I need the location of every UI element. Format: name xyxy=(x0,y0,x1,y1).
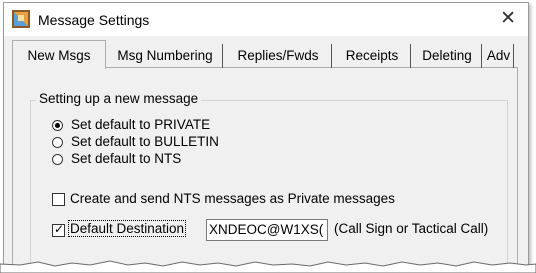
default-destination-label: Default Destination xyxy=(67,220,187,237)
tab-new-msgs[interactable]: New Msgs xyxy=(12,40,106,69)
groupbox-label: Setting up a new message xyxy=(36,91,202,106)
default-destination-input[interactable]: XNDEOC@W1XS( xyxy=(206,219,328,241)
radio-button[interactable] xyxy=(52,137,63,148)
radio-button[interactable] xyxy=(52,120,63,131)
radio-nts-label: Set default to NTS xyxy=(71,151,182,166)
radio-button[interactable] xyxy=(52,154,63,165)
tab-receipts[interactable]: Receipts xyxy=(334,44,411,68)
torn-edge xyxy=(0,260,536,273)
radio-private-label: Set default to PRIVATE xyxy=(71,117,211,132)
tab-replies-fwds[interactable]: Replies/Fwds xyxy=(225,44,332,68)
tab-adv[interactable]: Adv xyxy=(484,44,514,68)
nts-private-checkbox[interactable] xyxy=(52,193,65,206)
close-icon[interactable]: ✕ xyxy=(500,8,516,28)
destination-hint: (Call Sign or Tactical Call) xyxy=(334,221,489,236)
mail-settings-icon xyxy=(12,10,30,28)
tab-msg-numbering[interactable]: Msg Numbering xyxy=(108,44,223,68)
tab-deleting[interactable]: Deleting xyxy=(413,44,482,68)
default-destination-checkbox[interactable]: ✓ xyxy=(52,222,65,237)
title-bar: Message Settings ✕ xyxy=(4,3,528,36)
radio-bulletin-label: Set default to BULLETIN xyxy=(71,134,219,149)
window-title: Message Settings xyxy=(38,12,150,28)
nts-private-label: Create and send NTS messages as Private … xyxy=(70,191,395,206)
check-icon: ✓ xyxy=(54,222,65,236)
